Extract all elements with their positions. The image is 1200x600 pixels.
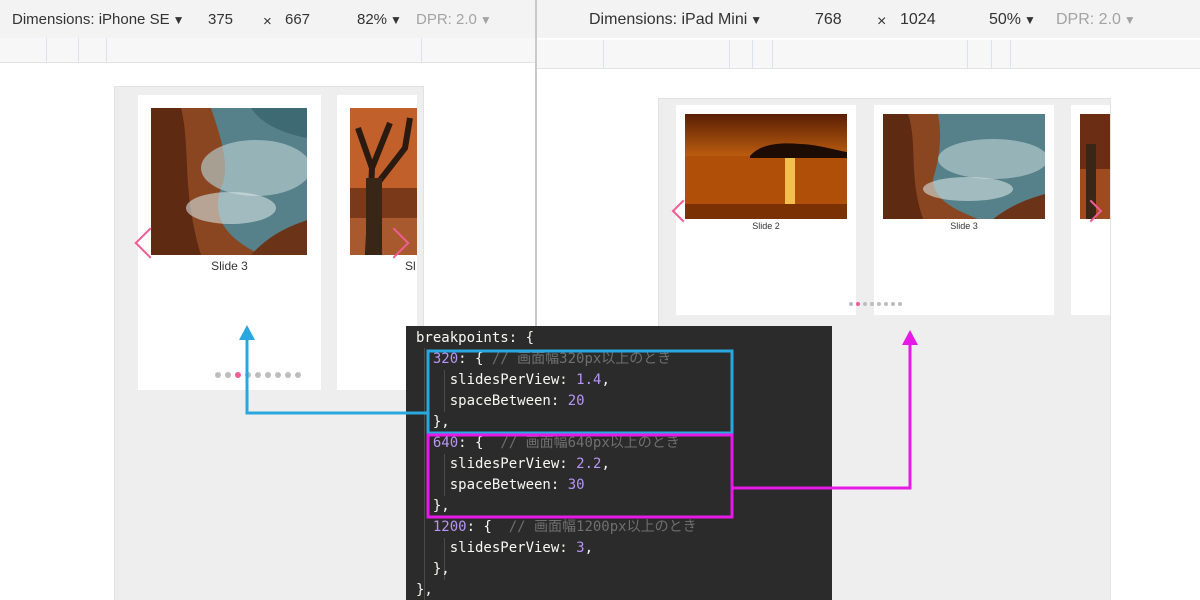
annotation-arrow-cyan	[245, 338, 428, 415]
breakpoint-640-highlight	[426, 433, 734, 519]
annotation-arrow-magenta	[732, 343, 912, 490]
annotation-overlay	[239, 325, 918, 519]
arrowhead-magenta-icon	[902, 330, 918, 345]
arrowhead-cyan-icon	[239, 325, 255, 340]
breakpoint-320-highlight	[426, 349, 734, 435]
